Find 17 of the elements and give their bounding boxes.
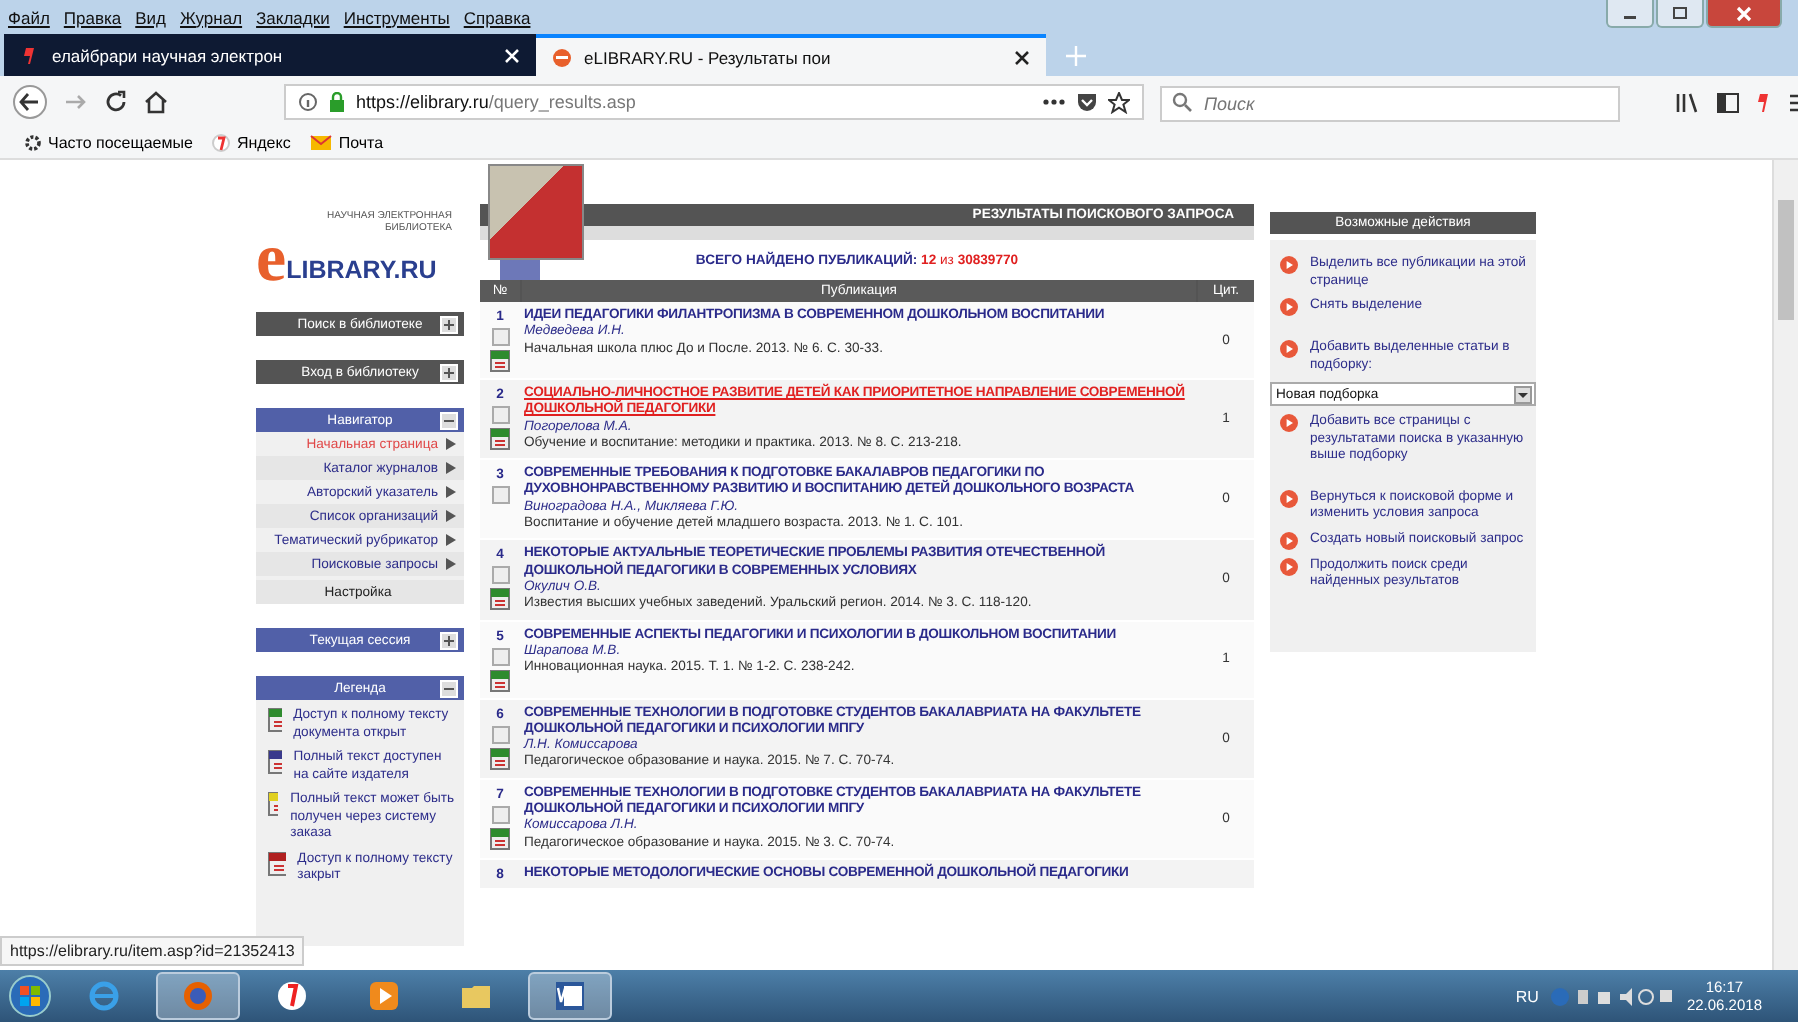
- site-logo[interactable]: eLIBRARY.RU: [256, 236, 437, 284]
- bookmark-link[interactable]: Часто посещаемые: [24, 134, 193, 152]
- address-bar[interactable]: https://elibrary.ru/query_results.asp: [284, 84, 1144, 120]
- bookmark-link[interactable]: Яндекс: [212, 134, 291, 152]
- menu-item[interactable]: Вид: [135, 7, 167, 27]
- menu-item[interactable]: Справка: [463, 7, 531, 27]
- menu-item[interactable]: Файл: [8, 7, 50, 27]
- menu-item[interactable]: Журнал: [180, 7, 243, 27]
- bookmark-link[interactable]: Почта: [310, 134, 384, 152]
- menu-item[interactable]: Правка: [63, 7, 122, 27]
- menu-item[interactable]: Инструменты: [343, 7, 450, 27]
- browser-tab[interactable]: елайбрари научная электрон: [4, 34, 536, 76]
- search-field[interactable]: Поиск: [1160, 86, 1620, 122]
- menu-item[interactable]: Закладки: [256, 7, 330, 27]
- status-url: https://elibrary.ru/item.asp?id=21352413: [0, 936, 305, 966]
- browser-tab[interactable]: eLIBRARY.RU - Результаты пои: [536, 34, 1046, 76]
- language-indicator[interactable]: RU: [1515, 987, 1539, 1005]
